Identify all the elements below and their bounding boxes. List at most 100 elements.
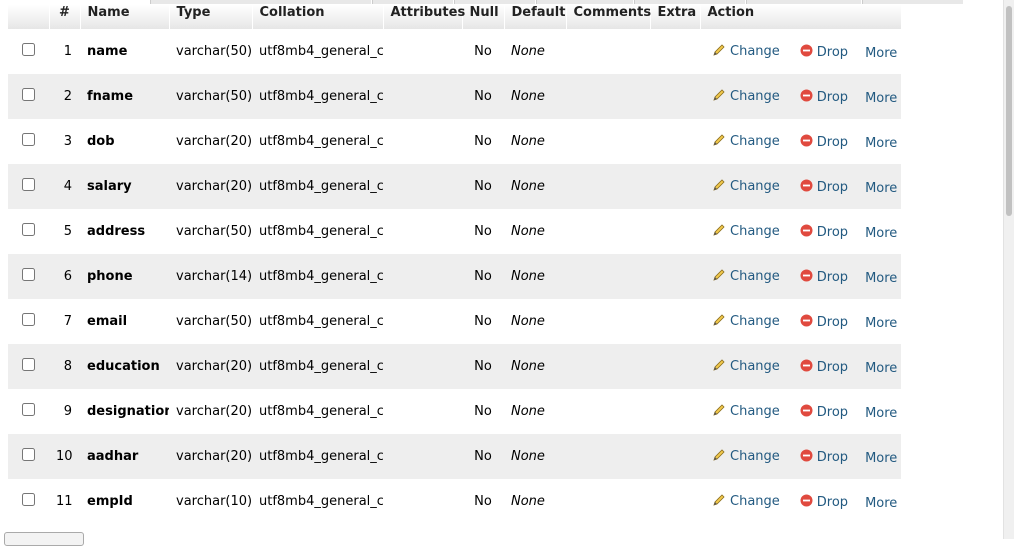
drop-link[interactable]: Drop <box>800 89 848 106</box>
change-link[interactable]: Change <box>712 448 780 466</box>
row-checkbox[interactable] <box>22 403 35 416</box>
table-row[interactable]: 5 address varchar(50) utf8mb4_general_ci No N… <box>8 209 901 254</box>
table-row[interactable]: 9 designation varchar(20) utf8mb4_general_c… <box>8 389 901 434</box>
pencil-icon <box>712 133 726 151</box>
drop-icon <box>800 314 813 331</box>
change-link[interactable]: Change <box>712 268 780 286</box>
column-collation: utf8mb4_general_ci <box>259 134 383 149</box>
row-checkbox[interactable] <box>22 268 35 281</box>
more-link[interactable]: More <box>865 361 897 376</box>
row-checkbox[interactable] <box>22 133 35 146</box>
drop-link[interactable]: Drop <box>800 404 848 421</box>
header-comments[interactable]: Comments <box>566 5 651 29</box>
change-link[interactable]: Change <box>712 313 780 331</box>
change-link[interactable]: Change <box>712 133 780 151</box>
tab-stub[interactable] <box>746 0 861 4</box>
drop-link[interactable]: Drop <box>800 359 848 376</box>
header-type[interactable]: Type <box>169 5 253 29</box>
drop-link[interactable]: Drop <box>800 269 848 286</box>
header-name[interactable]: Name <box>80 5 170 29</box>
change-link[interactable]: Change <box>712 403 780 421</box>
table-row[interactable]: 1 name varchar(50) utf8mb4_general_ci No None… <box>8 29 901 74</box>
drop-link[interactable]: Drop <box>800 134 848 151</box>
column-attributes <box>383 29 462 74</box>
row-checkbox[interactable] <box>22 448 35 461</box>
pencil-icon <box>712 358 726 376</box>
table-row[interactable]: 7 email varchar(50) utf8mb4_general_ci No Non… <box>8 299 901 344</box>
more-link[interactable]: More <box>865 451 897 466</box>
row-checkbox[interactable] <box>22 493 35 506</box>
header-null[interactable]: Null <box>462 5 505 29</box>
tab-stub[interactable] <box>372 0 453 4</box>
column-attributes <box>383 299 462 344</box>
table-row[interactable]: 10 aadhar varchar(20) utf8mb4_general_ci No N… <box>8 434 901 479</box>
table-row[interactable]: 3 dob varchar(20) utf8mb4_general_ci No None C… <box>8 119 901 164</box>
table-row[interactable]: 8 education varchar(20) utf8mb4_general_ci N… <box>8 344 901 389</box>
scrollbar-thumb[interactable] <box>1006 6 1012 216</box>
more-link[interactable]: More <box>865 406 897 421</box>
tab-stub[interactable] <box>634 0 745 4</box>
row-checkbox[interactable] <box>22 178 35 191</box>
row-checkbox[interactable] <box>22 223 35 236</box>
column-attributes <box>383 164 462 209</box>
top-tab-strip <box>0 0 1004 4</box>
column-name: aadhar <box>87 449 139 464</box>
header-extra[interactable]: Extra <box>650 5 701 29</box>
change-link[interactable]: Change <box>712 88 780 106</box>
bulk-action-button[interactable] <box>4 532 84 546</box>
more-link[interactable]: More <box>865 181 897 196</box>
tab-stub[interactable] <box>150 0 371 4</box>
column-null: No <box>474 314 492 329</box>
column-collation: utf8mb4_general_ci <box>259 494 383 509</box>
tab-stub[interactable] <box>862 0 963 4</box>
row-checkbox[interactable] <box>22 313 35 326</box>
vertical-scrollbar[interactable] <box>1003 0 1014 539</box>
drop-link[interactable]: Drop <box>800 494 848 511</box>
header-collation[interactable]: Collation <box>252 5 384 29</box>
more-link[interactable]: More <box>865 136 897 151</box>
more-link[interactable]: More <box>865 46 897 61</box>
row-checkbox[interactable] <box>22 358 35 371</box>
more-link[interactable]: More <box>865 316 897 331</box>
pencil-icon <box>712 448 726 466</box>
drop-link[interactable]: Drop <box>800 44 848 61</box>
more-link[interactable]: More <box>865 496 897 511</box>
column-type: varchar(50) <box>176 89 252 104</box>
change-link[interactable]: Change <box>712 358 780 376</box>
column-extra <box>650 479 700 524</box>
header-default[interactable]: Default <box>504 5 567 29</box>
change-link[interactable]: Change <box>712 43 780 61</box>
tab-stub[interactable] <box>536 0 633 4</box>
column-null: No <box>474 494 492 509</box>
row-checkbox-cell <box>8 299 49 344</box>
column-name: dob <box>87 134 115 149</box>
change-link[interactable]: Change <box>712 178 780 196</box>
header-index[interactable]: # <box>49 5 81 29</box>
table-row[interactable]: 4 salary varchar(20) utf8mb4_general_ci No No… <box>8 164 901 209</box>
column-name: fname <box>87 89 134 104</box>
row-checkbox[interactable] <box>22 43 35 56</box>
action-cell: Change Drop More <box>700 389 901 434</box>
more-link[interactable]: More <box>865 226 897 241</box>
table-row[interactable]: 2 fname varchar(50) utf8mb4_general_ci No Non… <box>8 74 901 119</box>
drop-link[interactable]: Drop <box>800 224 848 241</box>
pencil-icon <box>712 313 726 331</box>
more-link[interactable]: More <box>865 271 897 286</box>
drop-link[interactable]: Drop <box>800 179 848 196</box>
table-row[interactable]: 11 empId varchar(10) utf8mb4_general_ci No No… <box>8 479 901 524</box>
column-default: None <box>511 314 545 329</box>
more-link[interactable]: More <box>865 91 897 106</box>
change-link[interactable]: Change <box>712 223 780 241</box>
pencil-icon <box>712 43 726 61</box>
drop-link[interactable]: Drop <box>800 314 848 331</box>
change-link[interactable]: Change <box>712 493 780 511</box>
tab-stub[interactable] <box>454 0 535 4</box>
row-checkbox[interactable] <box>22 88 35 101</box>
drop-label: Drop <box>816 494 849 510</box>
table-row[interactable]: 6 phone varchar(14) utf8mb4_general_ci No Non… <box>8 254 901 299</box>
drop-icon <box>800 404 813 421</box>
header-attributes[interactable]: Attributes <box>383 5 465 29</box>
row-checkbox-cell <box>8 29 49 74</box>
drop-link[interactable]: Drop <box>800 449 848 466</box>
column-extra <box>650 254 700 299</box>
